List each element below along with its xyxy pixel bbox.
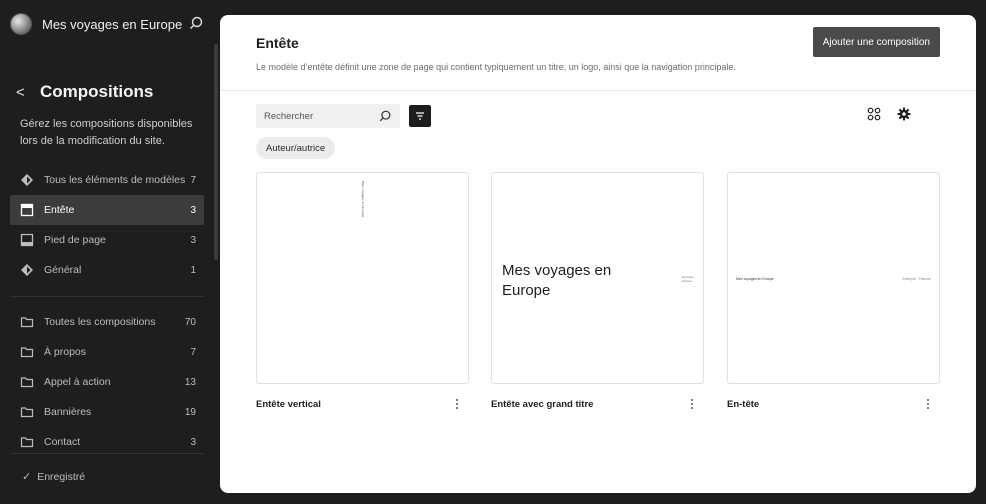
settings-gear-icon[interactable] xyxy=(897,107,911,121)
search-icon[interactable] xyxy=(188,15,204,31)
more-options-icon[interactable] xyxy=(922,395,934,413)
section-description: Gérez les compositions disponibles lors … xyxy=(20,118,193,147)
preview-nav-links: Exemple · Histoire xyxy=(902,277,931,281)
nav-item-all-patterns[interactable]: Toutes les compositions 70 xyxy=(10,307,204,337)
nav-item-header[interactable]: Entête 3 xyxy=(10,195,204,225)
main-header: Entête Le modèle d’entête définit une zo… xyxy=(220,15,976,91)
filter-icon xyxy=(416,112,424,120)
folder-icon xyxy=(20,375,34,389)
folder-icon xyxy=(20,405,34,419)
nav-count: 13 xyxy=(184,376,196,388)
pattern-card-large-title-header[interactable]: Mes voyages en Europe Exemple Histoire xyxy=(491,172,704,384)
site-name[interactable]: Mes voyages en Europe xyxy=(42,17,182,32)
page-title: Entête xyxy=(256,35,299,51)
nav-label: Entête xyxy=(44,204,75,216)
pattern-card-vertical-header[interactable]: Mes voyages en Europe xyxy=(256,172,469,384)
folder-icon xyxy=(20,315,34,329)
sidebar-scrollbar[interactable] xyxy=(214,44,218,260)
nav-item-call-to-action[interactable]: Appel à action 13 xyxy=(10,367,204,397)
back-row: < Compositions xyxy=(16,82,153,102)
header-layout-icon xyxy=(20,203,34,217)
page-description: Le modèle d’entête définit une zone de p… xyxy=(256,62,736,72)
folder-icon xyxy=(20,345,34,359)
nav-item-all-template-parts[interactable]: Tous les éléments de modèles 7 xyxy=(10,165,204,195)
author-filter-chip[interactable]: Auteur/autrice xyxy=(256,137,336,159)
pattern-card-title: En-tête xyxy=(727,399,760,410)
sidebar: Mes voyages en Europe < Compositions Gér… xyxy=(0,0,214,504)
search-icon xyxy=(379,110,391,122)
nav-count: 7 xyxy=(190,174,196,186)
main-panel: Entête Le modèle d’entête définit une zo… xyxy=(220,15,976,493)
search-input[interactable] xyxy=(264,110,374,122)
nav-label: Bannières xyxy=(44,406,92,418)
nav-item-banners[interactable]: Bannières 19 xyxy=(10,397,204,427)
pattern-card-title: Entête avec grand titre xyxy=(491,399,594,410)
nav-count: 1 xyxy=(190,264,196,276)
diamond-icon xyxy=(20,263,34,277)
add-pattern-button[interactable]: Ajouter une composition xyxy=(812,27,940,57)
nav-item-about[interactable]: À propos 7 xyxy=(10,337,204,367)
nav-label: Pied de page xyxy=(44,234,106,246)
section-title: Compositions xyxy=(40,82,154,101)
nav-count: 3 xyxy=(190,436,196,448)
filter-button[interactable] xyxy=(409,105,431,127)
preview-nav-link: Histoire xyxy=(682,279,693,283)
save-status: ✓ Enregistré xyxy=(22,470,86,484)
nav-label: Contact xyxy=(44,436,81,448)
nav-label: Général xyxy=(44,264,82,276)
nav-count: 3 xyxy=(190,204,196,216)
nav-item-footer[interactable]: Pied de page 3 xyxy=(10,225,204,255)
site-logo[interactable] xyxy=(10,13,32,35)
divider xyxy=(10,453,204,454)
nav-count: 3 xyxy=(190,234,196,246)
divider xyxy=(10,296,204,297)
preview-site-title: Mes voyages en Europe xyxy=(502,262,612,299)
pattern-card-title: Entête vertical xyxy=(256,399,321,410)
nav-count: 19 xyxy=(184,406,196,418)
search-box xyxy=(256,104,400,128)
more-options-icon[interactable] xyxy=(686,395,698,413)
check-icon: ✓ xyxy=(22,471,32,483)
preview-site-title: Mes voyages en Europe xyxy=(736,277,774,281)
grid-view-icon[interactable] xyxy=(867,107,881,121)
nav-count: 7 xyxy=(190,346,196,358)
preview-site-title: Mes voyages en Europe xyxy=(361,181,365,218)
nav-label: Appel à action xyxy=(44,376,111,388)
nav-label: À propos xyxy=(44,346,87,358)
back-icon[interactable]: < xyxy=(16,84,30,101)
nav-count: 70 xyxy=(184,316,196,328)
more-options-icon[interactable] xyxy=(451,395,463,413)
nav-label: Tous les éléments de modèles xyxy=(44,174,186,186)
footer-layout-icon xyxy=(20,233,34,247)
save-status-label: Enregistré xyxy=(37,470,86,483)
site-header: Mes voyages en Europe xyxy=(10,12,210,36)
template-parts-nav: Tous les éléments de modèles 7 Entête 3 … xyxy=(10,165,204,285)
folder-icon xyxy=(20,435,34,449)
nav-item-general[interactable]: Général 1 xyxy=(10,255,204,285)
nav-label: Toutes les compositions xyxy=(44,316,156,328)
pattern-card-header[interactable]: Mes voyages en Europe Exemple · Histoire xyxy=(727,172,940,384)
preview-nav-links: Exemple Histoire xyxy=(682,275,694,283)
diamond-icon xyxy=(20,173,34,187)
categories-nav: Toutes les compositions 70 À propos 7 Ap… xyxy=(10,307,204,457)
